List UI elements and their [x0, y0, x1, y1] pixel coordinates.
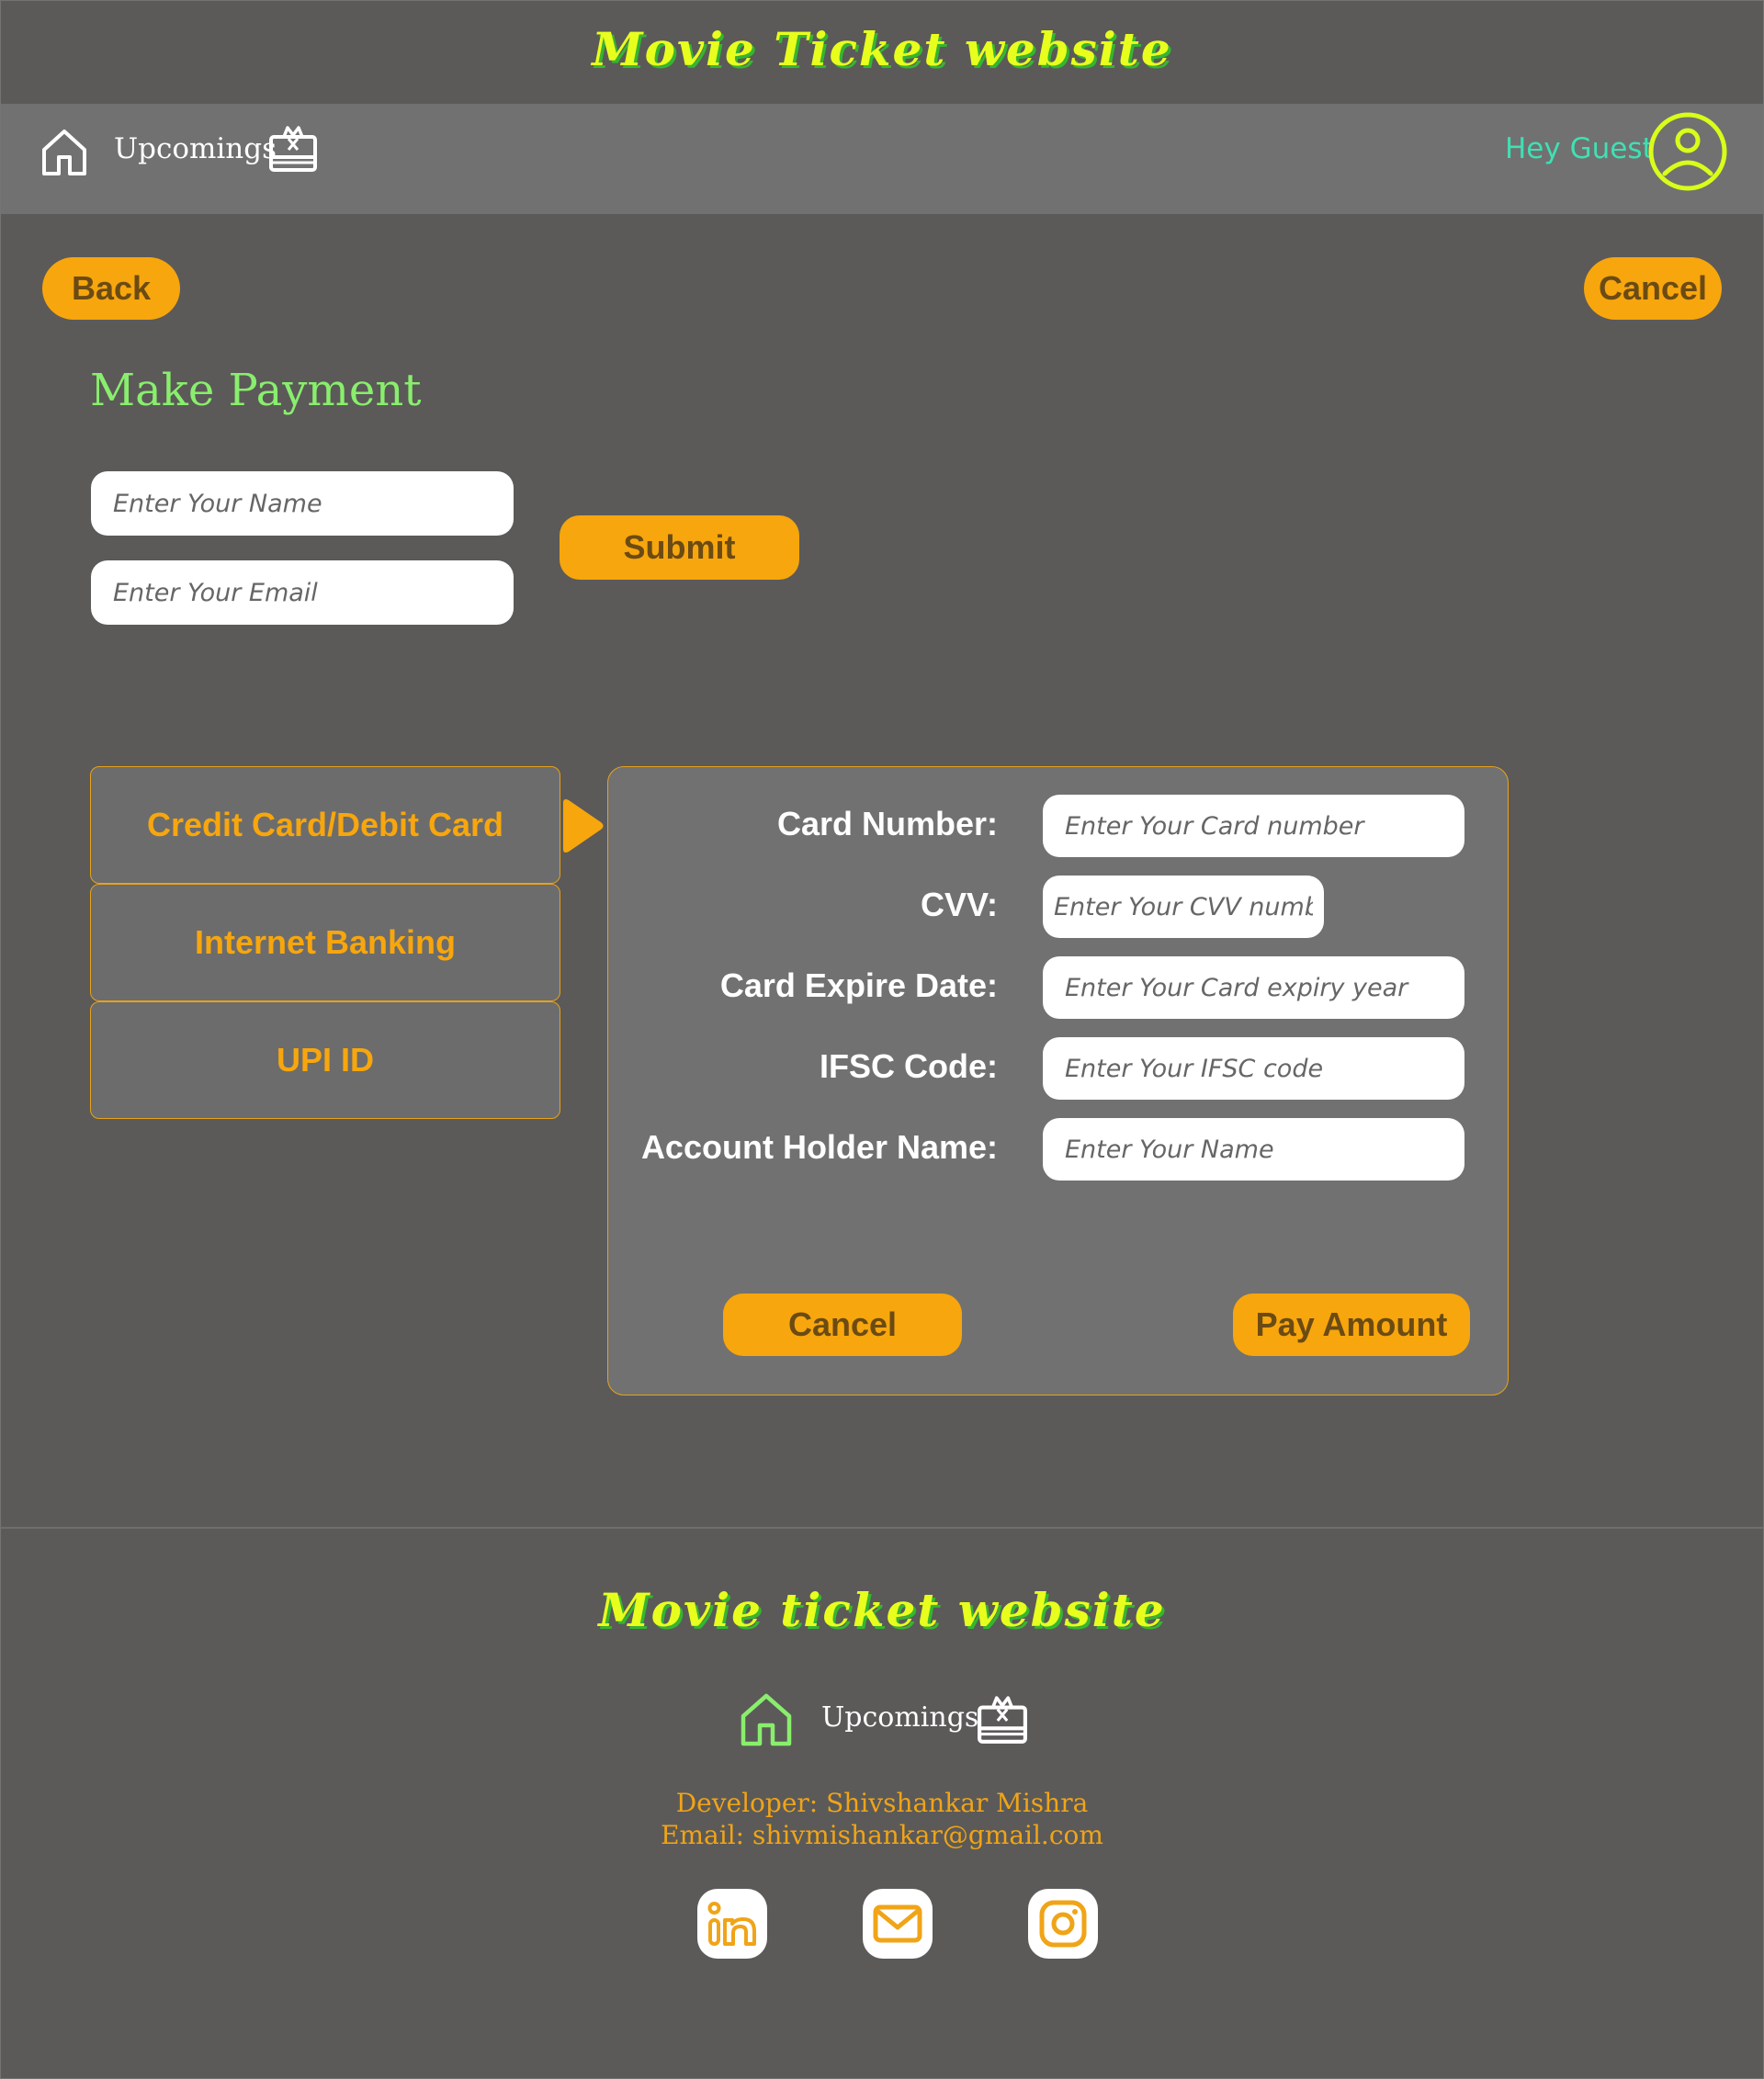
- nav-upcomings-link[interactable]: Upcomings: [114, 132, 277, 165]
- mail-icon[interactable]: [863, 1889, 933, 1959]
- footer-divider: [0, 1527, 1764, 1529]
- submit-button[interactable]: Submit: [560, 515, 799, 580]
- payment-cancel-button[interactable]: Cancel: [723, 1294, 962, 1356]
- cvv-label: CVV:: [920, 886, 998, 923]
- footer-title: Movie ticket website: [598, 1583, 1166, 1637]
- tab-internet-banking[interactable]: Internet Banking: [90, 884, 560, 1001]
- tab-upi-id[interactable]: UPI ID: [90, 1001, 560, 1119]
- footer-upcomings-link[interactable]: Upcomings: [821, 1701, 978, 1734]
- card-number-input[interactable]: [1043, 795, 1464, 857]
- account-holder-label: Account Holder Name:: [640, 1128, 998, 1166]
- page-title: Make Payment: [90, 365, 422, 416]
- gift-icon[interactable]: [268, 124, 318, 174]
- ifsc-code-label: IFSC Code:: [820, 1047, 998, 1085]
- home-icon[interactable]: [39, 126, 90, 177]
- back-button[interactable]: Back: [42, 257, 180, 320]
- pay-amount-button[interactable]: Pay Amount: [1233, 1294, 1470, 1356]
- instagram-icon[interactable]: [1028, 1889, 1098, 1959]
- card-expiry-input[interactable]: [1043, 956, 1464, 1019]
- greeting: Hey Guest: [1505, 132, 1654, 165]
- account-holder-input[interactable]: [1043, 1118, 1464, 1181]
- cancel-button[interactable]: Cancel: [1584, 257, 1722, 320]
- card-expiry-label: Card Expire Date:: [719, 966, 998, 1004]
- home-icon[interactable]: [738, 1690, 795, 1747]
- card-number-label: Card Number:: [776, 805, 998, 842]
- selected-tab-pointer-icon: [560, 797, 606, 854]
- linkedin-icon[interactable]: [697, 1889, 767, 1959]
- cvv-input[interactable]: [1043, 876, 1324, 938]
- site-title: Movie Ticket website: [592, 22, 1172, 76]
- name-input[interactable]: [91, 471, 514, 536]
- ifsc-code-input[interactable]: [1043, 1037, 1464, 1100]
- gift-icon[interactable]: [977, 1694, 1028, 1746]
- tab-credit-debit-card[interactable]: Credit Card/Debit Card: [90, 766, 560, 884]
- user-circle-icon[interactable]: [1647, 111, 1728, 192]
- email-input[interactable]: [91, 560, 514, 625]
- developer-credit: Developer: Shivshankar Mishra: [675, 1788, 1089, 1818]
- developer-email: Email: shivmishankar@gmail.com: [661, 1820, 1103, 1850]
